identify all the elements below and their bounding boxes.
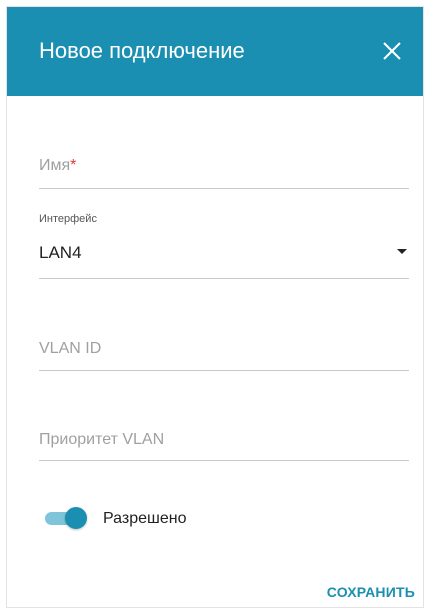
caret-down-icon[interactable] [397,249,407,254]
enabled-label: Разрешено [103,510,187,527]
vlan-priority-placeholder: Приоритет VLAN [39,431,165,448]
name-placeholder: Имя* [39,157,77,174]
vlan-id-field[interactable]: VLAN ID [39,333,409,371]
vlan-id-underline [39,370,409,371]
vlan-priority-field[interactable]: Приоритет VLAN [39,425,409,461]
interface-underline [39,278,409,279]
name-field[interactable]: Имя* [39,147,409,189]
vlan-id-placeholder: VLAN ID [39,340,102,357]
required-mark: * [70,157,77,174]
dialog-title: Новое подключение [39,38,245,63]
interface-select[interactable]: Интерфейс LAN4 [39,212,409,279]
close-icon[interactable] [381,40,403,62]
vlan-priority-underline [39,460,409,461]
enabled-toggle[interactable] [45,507,89,529]
save-button[interactable]: СОХРАНИТЬ [327,583,415,601]
interface-value: LAN4 [39,243,82,262]
dialog-header: Новое подключение [7,7,423,96]
toggle-knob [65,507,87,529]
interface-label: Интерфейс [39,213,97,225]
new-connection-dialog: Новое подключение Имя* Интерфейс LAN4 VL… [6,6,424,608]
name-underline [39,188,409,189]
